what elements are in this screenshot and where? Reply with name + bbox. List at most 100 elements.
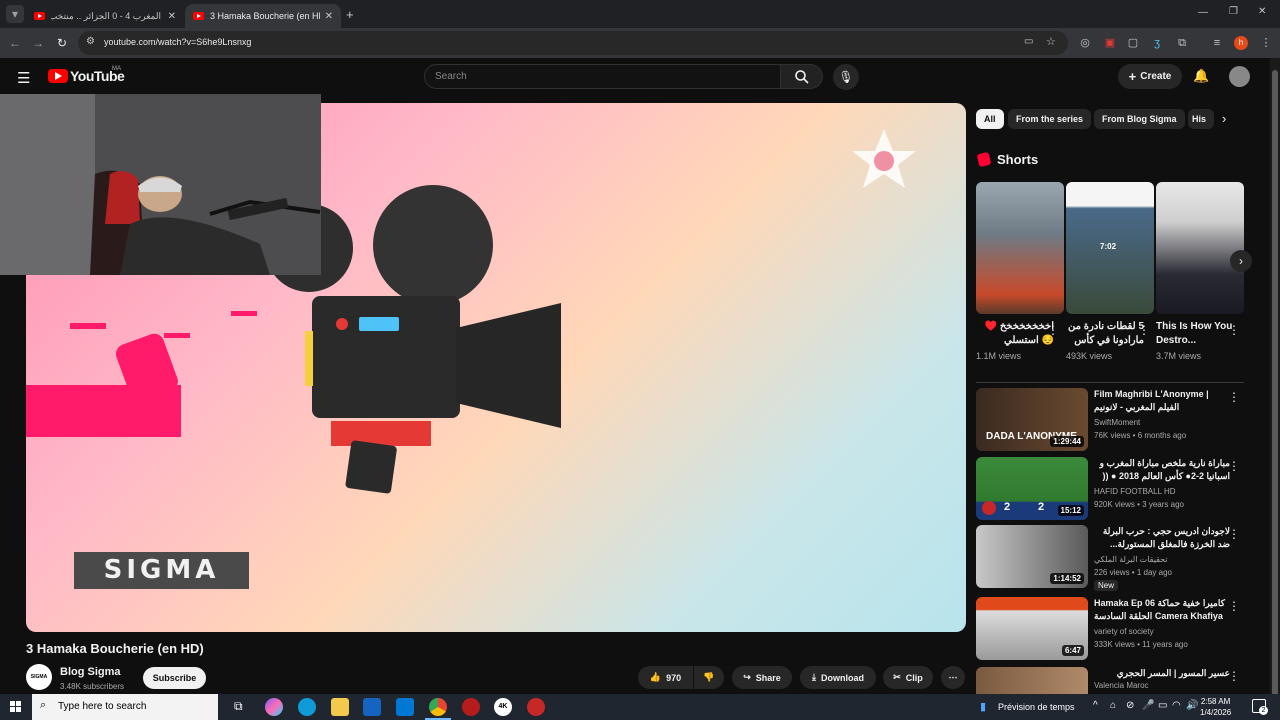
notifications-bell-icon[interactable]: 🔔 xyxy=(1193,68,1209,84)
reload-icon[interactable]: ↻ xyxy=(53,34,71,52)
youtube-logo-icon[interactable] xyxy=(48,69,68,83)
taskbar-search-input[interactable]: ⌕ Type here to search xyxy=(32,694,218,720)
channel-avatar[interactable]: SIGMA xyxy=(26,664,52,690)
account-avatar[interactable] xyxy=(1229,66,1250,87)
hamburger-menu-icon[interactable]: ☰ xyxy=(17,69,30,87)
chip-all[interactable]: All xyxy=(976,109,1004,129)
url-field[interactable]: ⚙ youtube.com/watch?v=S6he9Lnsnxg ▭ ☆ xyxy=(78,31,1068,55)
app-icon[interactable] xyxy=(462,698,480,716)
more-options-icon[interactable]: ⋮ xyxy=(1228,527,1240,541)
shorts-next-chevron-icon[interactable]: › xyxy=(1230,250,1252,272)
file-explorer-icon[interactable] xyxy=(331,698,349,716)
close-tab-icon[interactable]: ✕ xyxy=(168,11,176,22)
forward-icon[interactable]: → xyxy=(29,34,47,52)
tab-morocco-algeria[interactable]: المغرب 4 - 0 الجزائر .. منتخب الأمة ✕ xyxy=(26,4,184,28)
video-thumbnail[interactable]: 2 2 15:12 xyxy=(976,457,1088,520)
page-scrollbar[interactable] xyxy=(1270,58,1280,720)
recommendation-item[interactable]: عسير المسور | المسر الحجري Valencia Maro… xyxy=(976,667,1244,694)
more-actions-button[interactable]: ⋯ xyxy=(941,666,965,689)
more-options-icon[interactable]: ⋮ xyxy=(1228,459,1240,473)
tab-search-icon[interactable]: ▾ xyxy=(6,5,24,23)
short-thumbnail-1[interactable] xyxy=(976,182,1064,314)
chip-history[interactable]: His xyxy=(1188,109,1214,129)
restore-icon[interactable]: ❐ xyxy=(1229,6,1238,17)
bookmark-star-icon[interactable]: ☆ xyxy=(1046,35,1056,48)
recommendation-channel[interactable]: تحقيقات البرلة الملكي xyxy=(1094,555,1168,564)
more-options-icon[interactable]: ⋮ xyxy=(1228,390,1240,404)
video-thumbnail[interactable]: DADA L'ANONYME 1:29:44 xyxy=(976,388,1088,451)
browser-menu-icon[interactable]: ⋮ xyxy=(1259,36,1273,50)
recommendation-title[interactable]: لاجودان ادريس حجي : حرب البرلة ضد الخرزة… xyxy=(1094,525,1230,553)
weather-text[interactable]: Prévision de temps xyxy=(998,702,1075,712)
cast-icon[interactable]: ▭ xyxy=(1024,36,1033,47)
weather-icon[interactable]: ▮ xyxy=(980,700,986,713)
edge-browser-icon[interactable] xyxy=(298,698,316,716)
close-tab-icon[interactable]: ✕ xyxy=(325,11,333,22)
network-icon[interactable]: ⌂ xyxy=(1110,700,1116,711)
recommendation-item[interactable]: 2 2 15:12 مباراة نارية ملخص مباراة المغر… xyxy=(976,457,1244,523)
profile-avatar[interactable]: h xyxy=(1234,36,1248,50)
minimize-icon[interactable]: — xyxy=(1198,7,1208,18)
download-button[interactable]: ⤓ Download xyxy=(800,666,876,689)
outlook-icon[interactable] xyxy=(396,698,414,716)
short-title-3[interactable]: This Is How You Destro... xyxy=(1156,320,1234,348)
short-menu-icon[interactable]: ⋮ xyxy=(1047,323,1059,337)
wifi-icon[interactable]: ◠ xyxy=(1172,700,1181,711)
copilot-icon[interactable] xyxy=(265,698,283,716)
video-thumbnail[interactable]: 6:47 xyxy=(976,597,1088,660)
chrome-icon[interactable] xyxy=(429,698,447,716)
recommendation-channel[interactable]: Valencia Maroc xyxy=(1094,681,1149,690)
more-options-icon[interactable]: ⋮ xyxy=(1228,669,1240,683)
short-title-2[interactable]: 5 لقطات نادرة من مارادونا في كأس xyxy=(1066,320,1144,348)
video-thumbnail[interactable]: 1:14:52 xyxy=(976,525,1088,588)
notifications-icon[interactable]: 2 xyxy=(1252,699,1268,715)
extension-glasses-icon[interactable]: ◎ xyxy=(1078,36,1092,50)
back-icon[interactable]: ← xyxy=(6,34,24,52)
like-button[interactable]: 👍 970 xyxy=(638,666,693,689)
short-menu-icon[interactable]: ⋮ xyxy=(1138,323,1150,337)
battery-icon[interactable]: ▭ xyxy=(1158,700,1167,711)
app-icon[interactable] xyxy=(527,698,545,716)
windows-start-icon[interactable] xyxy=(10,701,22,713)
short-thumbnail-2[interactable]: 7:02 xyxy=(1066,182,1154,314)
subscribe-button[interactable]: Subscribe xyxy=(143,667,206,689)
voice-search-button[interactable]: 🎙 xyxy=(833,64,859,90)
4k-downloader-icon[interactable]: 4K xyxy=(494,698,512,716)
recommendation-title[interactable]: مباراة نارية ملخص مباراة المغرب و اسباني… xyxy=(1094,457,1230,485)
clock[interactable]: 2:58 AM 1/4/2026 xyxy=(1200,696,1231,718)
store-icon[interactable] xyxy=(363,698,381,716)
recommendation-title[interactable]: عسير المسور | المسر الحجري xyxy=(1094,667,1230,680)
extension-icon[interactable]: ▢ xyxy=(1126,36,1140,50)
recommendation-item[interactable]: DADA L'ANONYME 1:29:44 Film Maghribi L'A… xyxy=(976,388,1244,454)
tab-hamaka[interactable]: 3 Hamaka Boucherie (en HD) - ✕ xyxy=(185,4,341,28)
chips-next-chevron-icon[interactable]: › xyxy=(1222,111,1226,126)
recommendation-channel[interactable]: HAFID FOOTBALL HD xyxy=(1094,487,1176,496)
extension-badge-icon[interactable]: ▣ xyxy=(1103,36,1117,50)
extensions-puzzle-icon[interactable]: ⧉ xyxy=(1175,36,1189,50)
short-thumbnail-3[interactable] xyxy=(1156,182,1244,314)
recommendation-item[interactable]: 6:47 Hamaka Ep 06 كاميرا خفية حماكة الحل… xyxy=(976,597,1244,663)
search-button[interactable] xyxy=(781,64,823,89)
more-options-icon[interactable]: ⋮ xyxy=(1228,599,1240,613)
scrollbar-thumb[interactable] xyxy=(1272,70,1278,720)
chip-from-series[interactable]: From the series xyxy=(1008,109,1092,129)
new-tab-icon[interactable]: + xyxy=(346,7,354,22)
create-button[interactable]: + Create xyxy=(1118,64,1182,89)
extension-translate-icon[interactable]: ʒ xyxy=(1150,36,1164,50)
volume-icon[interactable]: 🔊 xyxy=(1186,700,1198,711)
site-info-icon[interactable]: ⚙ xyxy=(86,36,95,47)
short-menu-icon[interactable]: ⋮ xyxy=(1228,323,1240,337)
recommendation-channel[interactable]: SwiftMoment xyxy=(1094,418,1140,427)
recommendation-title[interactable]: Film Maghribi L'Anonyme | الفيلم المغربي… xyxy=(1094,388,1230,414)
short-title-1[interactable]: اخخخخخخخخ ♥️😔 استسلي xyxy=(976,320,1054,348)
tray-chevron-icon[interactable]: ^ xyxy=(1093,700,1098,711)
chip-from-blog-sigma[interactable]: From Blog Sigma xyxy=(1094,109,1185,129)
recommendation-title[interactable]: Hamaka Ep 06 كاميرا خفية حماكة الحلقة ال… xyxy=(1094,597,1230,625)
video-thumbnail[interactable] xyxy=(976,667,1088,694)
dislike-button[interactable]: 👎 xyxy=(694,666,724,689)
task-view-icon[interactable]: ⧉ xyxy=(234,699,243,714)
channel-name[interactable]: Blog Sigma xyxy=(60,666,121,678)
share-button[interactable]: ↪ Share xyxy=(732,666,792,689)
recommendation-item[interactable]: 1:14:52 لاجودان ادريس حجي : حرب البرلة ض… xyxy=(976,525,1244,591)
clip-button[interactable]: ✂ Clip xyxy=(883,666,933,689)
